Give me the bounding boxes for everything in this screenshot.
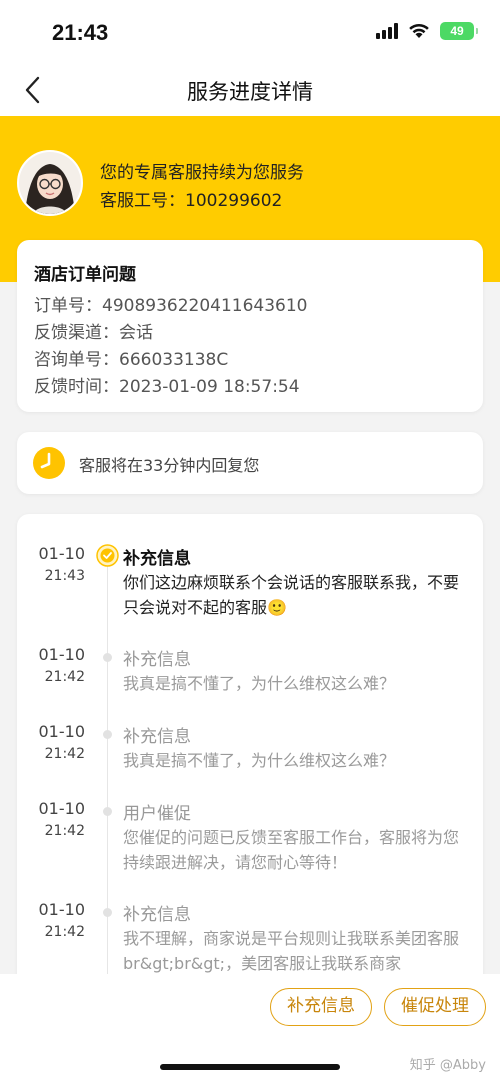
timeline-title: 用户催促 <box>123 804 191 824</box>
timeline-time: 21:42 <box>44 669 85 685</box>
timeline-title: 补充信息 <box>123 650 191 670</box>
timeline-title: 补充信息 <box>123 905 191 925</box>
reply-wait-text: 客服将在33分钟内回复您 <box>79 456 260 475</box>
agent-avatar <box>17 150 83 216</box>
timeline-message: 我真是搞不懂了，为什么维权这么难？ <box>123 751 396 770</box>
order-number-label: 订单号： <box>34 296 102 316</box>
status-time: 21:43 <box>52 20 109 45</box>
page-title: 服务进度详情 <box>187 80 313 104</box>
wifi-icon <box>408 23 430 39</box>
order-info-card: 酒店订单问题 订单号：4908936220411643610 反馈渠道：会话 咨… <box>17 240 483 412</box>
status-bar: 21:43 49 <box>0 0 500 64</box>
watermark: 知乎 @Abby <box>409 1058 486 1073</box>
cellular-signal-icon <box>376 23 398 39</box>
home-indicator <box>160 1064 340 1070</box>
progress-timeline: 01-10 21:43 补充信息 你们这边麻烦联系个会说话的客服联系我，不要只会… <box>17 514 483 1034</box>
agent-id: 客服工号：100299602 <box>100 186 282 211</box>
nav-bar: 服务进度详情 <box>0 64 500 116</box>
timeline-date: 01-10 <box>38 722 86 741</box>
inquiry-number-row: 咨询单号：666033138C <box>34 345 228 370</box>
timeline-message: 您催促的问题已反馈至客服工作台，客服将为您持续跟进解决，请您耐心等待！ <box>123 828 460 872</box>
order-issue-title: 酒店订单问题 <box>34 265 136 285</box>
clock-icon <box>32 446 66 480</box>
timeline-date: 01-10 <box>38 799 86 818</box>
feedback-time-row: 反馈时间：2023-01-09 18:57:54 <box>34 372 300 397</box>
agent-service-message: 您的专属客服持续为您服务 <box>100 163 304 183</box>
timeline-date: 01-10 <box>38 544 86 563</box>
inquiry-number-label: 咨询单号： <box>34 350 119 370</box>
timeline-date: 01-10 <box>38 900 86 919</box>
agent-id-value: 100299602 <box>185 191 283 211</box>
feedback-channel-label: 反馈渠道： <box>34 323 119 343</box>
timeline-title: 补充信息 <box>123 549 191 569</box>
timeline-connector-line <box>107 554 108 1034</box>
timeline-date: 01-10 <box>38 645 86 664</box>
timeline-dot <box>103 653 112 662</box>
check-circle-icon <box>96 544 119 567</box>
inquiry-number-value: 666033138C <box>119 350 229 370</box>
timeline-time: 21:42 <box>44 746 85 762</box>
feedback-channel-value: 会话 <box>119 323 153 343</box>
timeline-message: 我真是搞不懂了，为什么维权这么难？ <box>123 674 396 693</box>
status-icons: 49 <box>376 22 478 40</box>
feedback-time-label: 反馈时间： <box>34 377 119 397</box>
order-number-row: 订单号：4908936220411643610 <box>34 291 308 316</box>
timeline-dot <box>103 807 112 816</box>
order-number-value: 4908936220411643610 <box>102 296 308 316</box>
timeline-time: 21:43 <box>44 568 85 584</box>
feedback-channel-row: 反馈渠道：会话 <box>34 318 153 343</box>
timeline-time: 21:42 <box>44 924 85 940</box>
timeline-title: 补充信息 <box>123 727 191 747</box>
timeline-time: 21:42 <box>44 823 85 839</box>
timeline-message: 你们这边麻烦联系个会说话的客服联系我，不要只会说对不起的客服🙂 <box>123 573 460 617</box>
timeline-message: 我不理解，商家说是平台规则让我联系美团客服br&gt;br&gt;，美团客服让我… <box>123 929 460 973</box>
agent-id-label: 客服工号： <box>100 191 185 211</box>
feedback-time-value: 2023-01-09 18:57:54 <box>119 377 300 397</box>
supplement-info-button[interactable]: 补充信息 <box>270 988 372 1026</box>
timeline-dot <box>103 908 112 917</box>
urge-processing-button[interactable]: 催促处理 <box>384 988 486 1026</box>
timeline-dot <box>103 730 112 739</box>
reply-wait-card: 客服将在33分钟内回复您 <box>17 432 483 494</box>
battery-icon: 49 <box>440 22 478 40</box>
